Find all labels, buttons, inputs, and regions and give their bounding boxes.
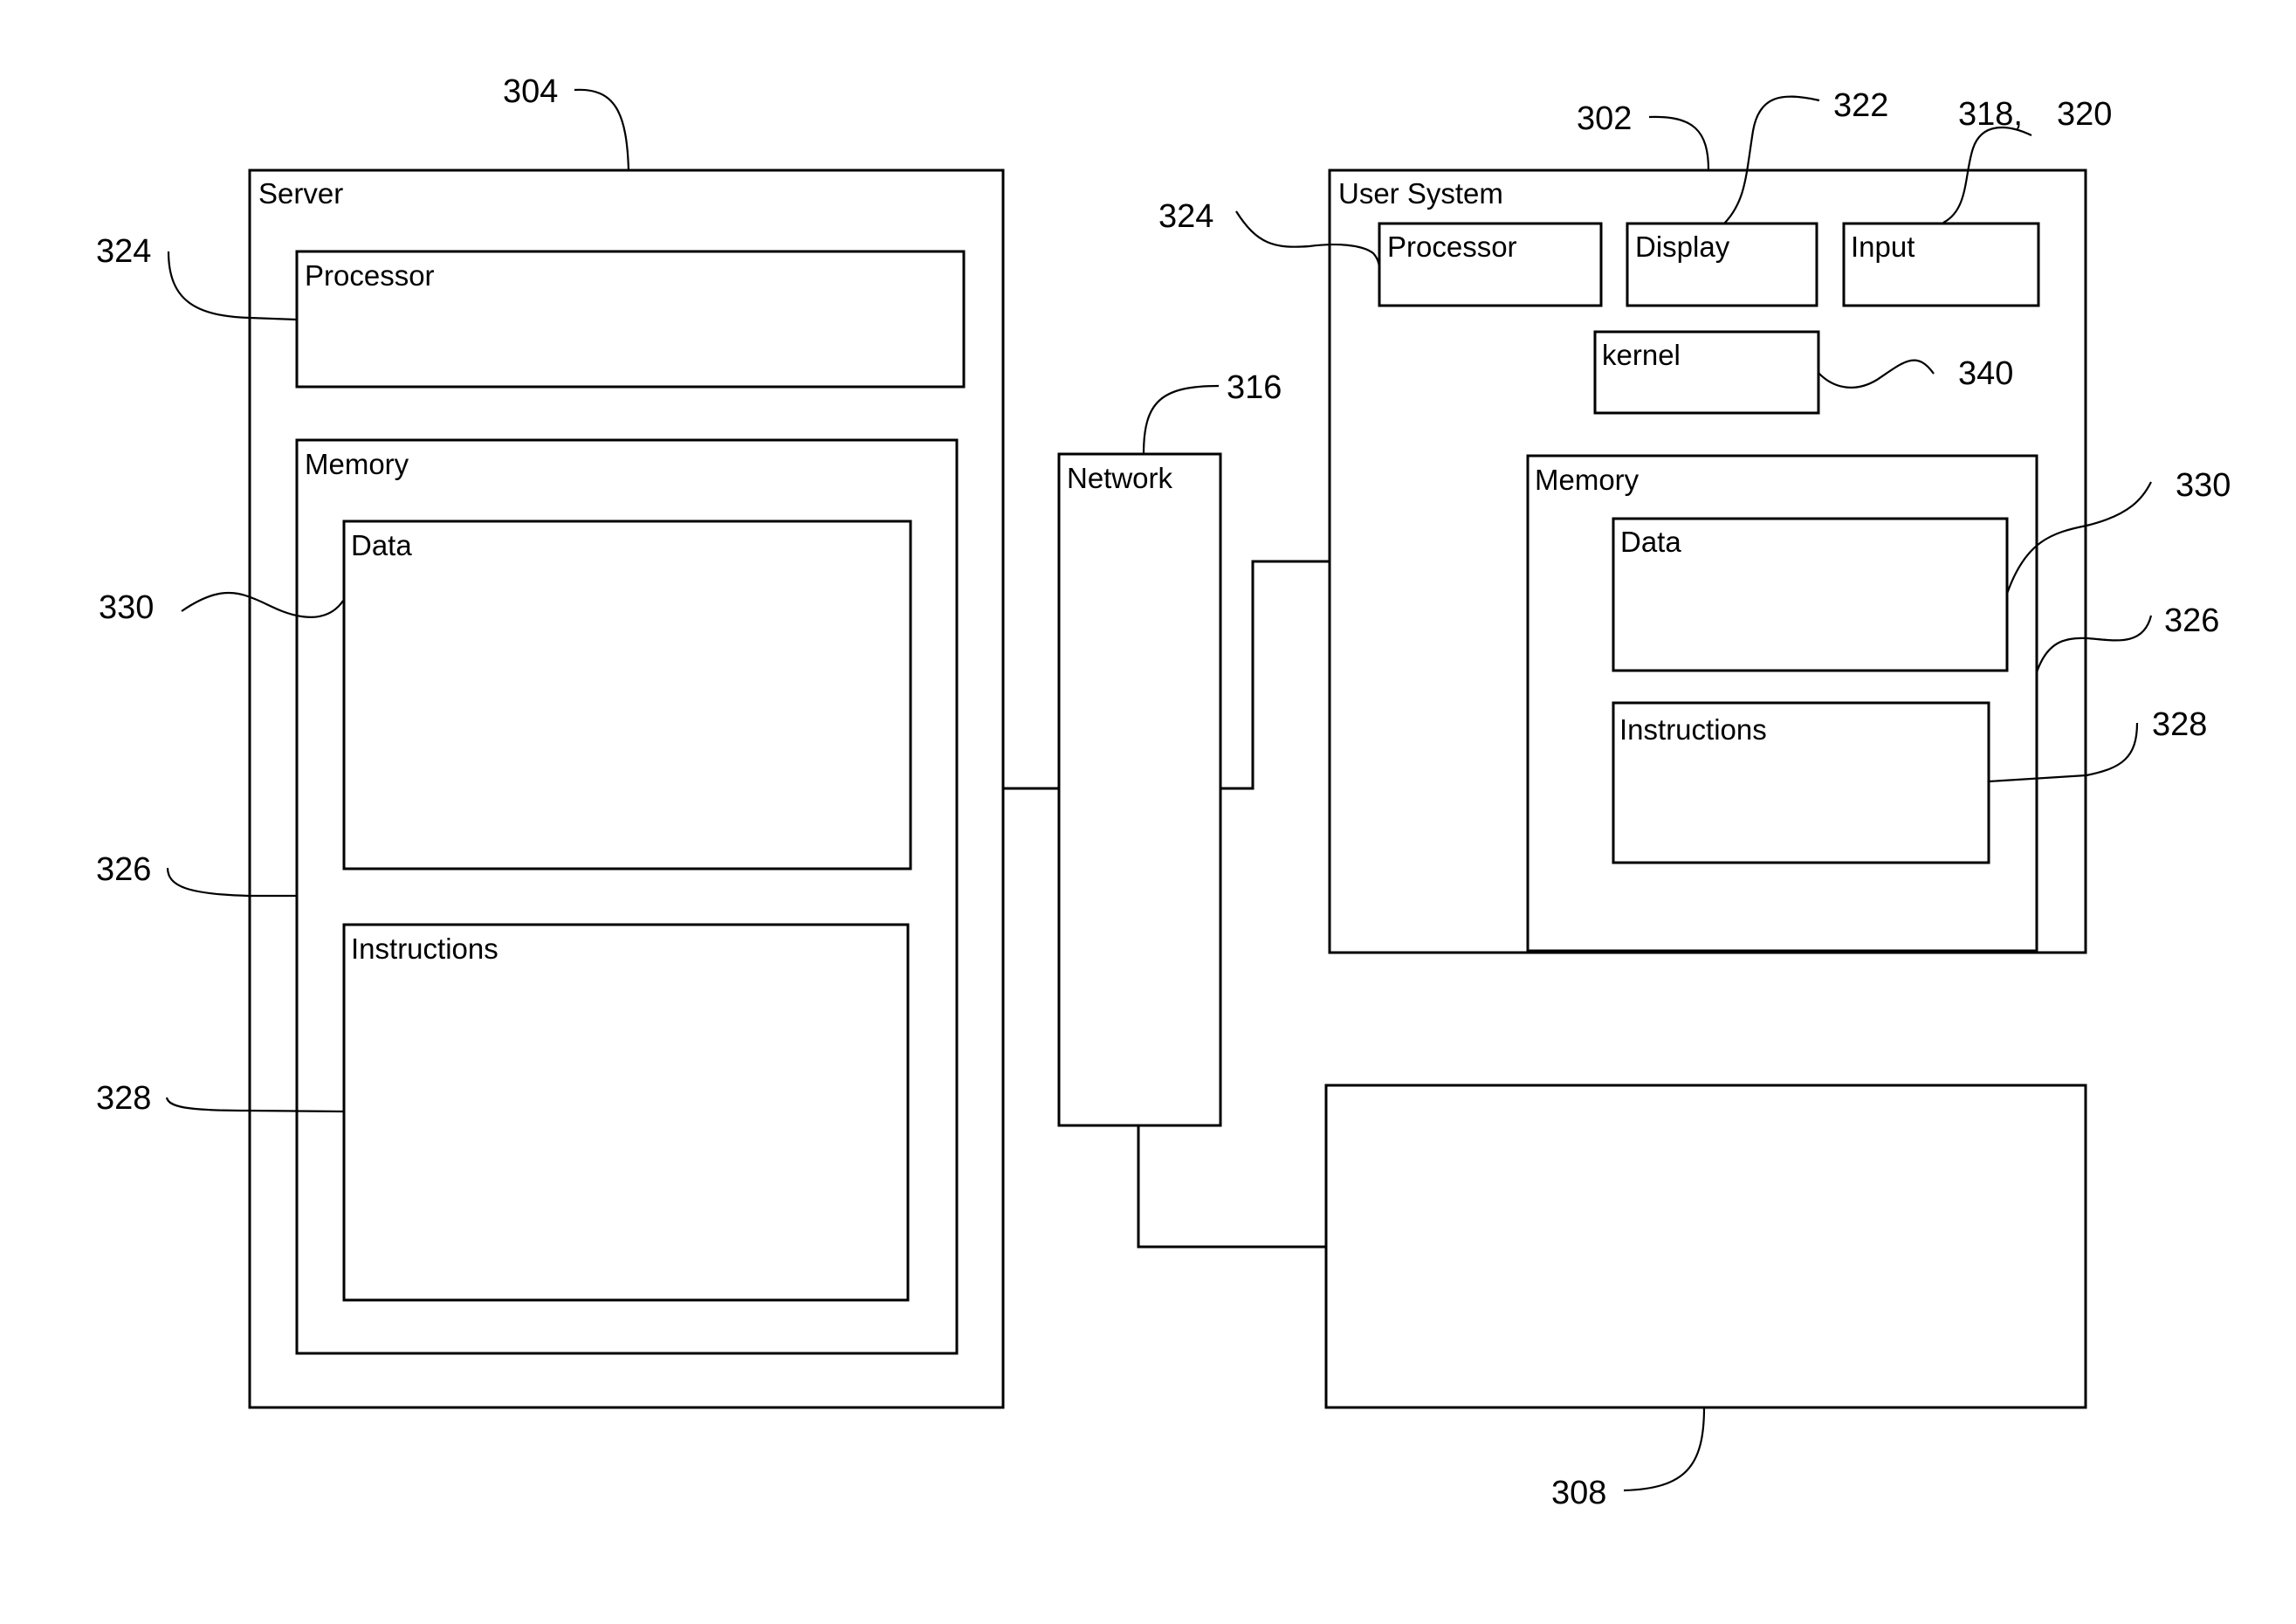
network-label: Network <box>1067 462 1173 494</box>
leader-326-user <box>2035 615 2153 673</box>
kernel-label: kernel <box>1602 339 1681 371</box>
ref-326-user: 326 <box>2164 602 2219 639</box>
ref-330-user: 330 <box>2176 467 2231 504</box>
leader-318 <box>1942 126 2032 224</box>
user-instructions-label: Instructions <box>1619 713 1767 746</box>
ref-318: 318, <box>1958 96 2023 133</box>
server-box[interactable] <box>248 169 1005 1409</box>
ref-322: 322 <box>1833 87 1888 124</box>
link-network-usersystem <box>1220 560 1330 790</box>
external-device-block <box>1324 1084 2087 1409</box>
leader-322 <box>1723 95 1820 224</box>
ref-316: 316 <box>1227 369 1282 406</box>
ref-324-server: 324 <box>96 233 151 270</box>
user-data-label: Data <box>1620 526 1681 558</box>
leader-304 <box>574 88 630 171</box>
network-box[interactable] <box>1057 452 1222 1127</box>
user-system-box[interactable] <box>1328 169 2087 954</box>
server-instructions-box[interactable] <box>342 923 910 1302</box>
leader-330-server <box>181 591 344 618</box>
leader-302 <box>1648 115 1710 171</box>
leader-324-user <box>1235 210 1381 273</box>
ref-328-user: 328 <box>2152 706 2207 743</box>
ref-304: 304 <box>503 73 558 110</box>
network-block: Network <box>1057 452 1222 1127</box>
server-data-box[interactable] <box>342 520 912 870</box>
leader-316 <box>1142 384 1220 455</box>
link-network-device <box>1137 1125 1326 1249</box>
ref-328-server: 328 <box>96 1080 151 1117</box>
server-instructions-label: Instructions <box>351 932 498 965</box>
server-block: Server Processor Memory Data Instruction… <box>248 169 1005 1409</box>
input-label: Input <box>1851 231 1914 263</box>
ref-320: 320 <box>2057 96 2112 133</box>
external-device-box[interactable] <box>1324 1084 2087 1409</box>
ref-308: 308 <box>1551 1475 1606 1511</box>
system-diagram: Server Processor Memory Data Instruction… <box>96 73 2231 1511</box>
leader-328-server <box>165 1097 345 1113</box>
leader-330-user <box>2005 481 2152 595</box>
user-system-label: User System <box>1338 177 1503 210</box>
leader-328-user <box>1988 722 2139 783</box>
server-memory-label: Memory <box>305 448 409 480</box>
ref-302: 302 <box>1577 100 1632 137</box>
leader-340 <box>1818 359 1935 389</box>
server-processor-label: Processor <box>305 259 435 292</box>
ref-324-user: 324 <box>1158 198 1213 235</box>
user-processor-label: Processor <box>1387 231 1517 263</box>
server-label: Server <box>258 177 343 210</box>
server-data-label: Data <box>351 529 412 561</box>
leader-324-server <box>167 251 298 321</box>
display-label: Display <box>1635 231 1730 263</box>
server-memory-box[interactable] <box>295 438 959 1355</box>
ref-340: 340 <box>1958 355 2013 392</box>
user-system-block: User System Processor Display Input kern… <box>1328 169 2087 954</box>
ref-326-server: 326 <box>96 851 151 888</box>
user-memory-label: Memory <box>1535 464 1640 496</box>
ref-330-server: 330 <box>99 589 154 626</box>
leader-326-server <box>166 867 297 898</box>
leader-308 <box>1623 1407 1706 1492</box>
